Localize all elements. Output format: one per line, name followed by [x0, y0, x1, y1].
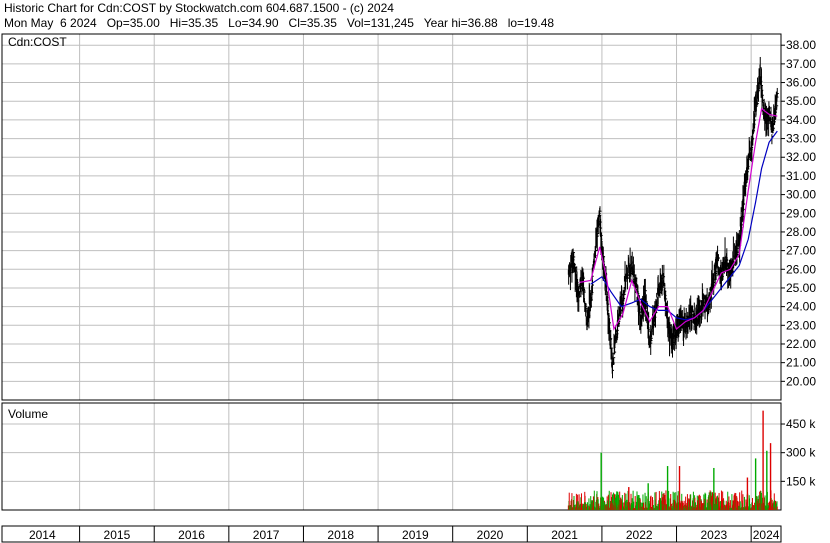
- price-tick-label: 34.00: [786, 113, 816, 127]
- price-horizontal-grid: [2, 44, 781, 382]
- price-tick-label: 20.00: [786, 374, 816, 388]
- volume-tick-label: 150 k: [786, 474, 816, 488]
- volume-horizontal-grid: [2, 423, 781, 482]
- price-tick-label: 33.00: [786, 132, 816, 146]
- price-axis: 38.00 37.00 36.00 35.00 34.00 33.00 32.00 31.00…: [781, 38, 816, 388]
- price-tick-label: 29.00: [786, 206, 816, 220]
- price-tick-label: 37.00: [786, 57, 816, 71]
- historic-price-chart[interactable]: Cdn:COST Volume 38.00 37.00 36.00 35.00 34.0…: [0, 0, 830, 543]
- year-label: 2024: [753, 528, 780, 542]
- price-tick-label: 21.00: [786, 356, 816, 370]
- price-tick-label: 38.00: [786, 38, 816, 52]
- price-tick-label: 30.00: [786, 188, 816, 202]
- price-tick-label: 23.00: [786, 318, 816, 332]
- price-panel-frame: [1, 33, 782, 401]
- year-label: 2019: [402, 528, 429, 542]
- year-label: 2018: [327, 528, 354, 542]
- volume-tick-label: 300 k: [786, 446, 816, 460]
- year-label: 2020: [477, 528, 504, 542]
- volume-tick-label: 450 k: [786, 417, 816, 431]
- price-tick-label: 25.00: [786, 281, 816, 295]
- price-tick-label: 35.00: [786, 94, 816, 108]
- price-bars: [567, 56, 779, 379]
- price-tick-label: 28.00: [786, 225, 816, 239]
- price-tick-label: 24.00: [786, 300, 816, 314]
- price-tick-label: 31.00: [786, 169, 816, 183]
- price-panel-label: Cdn:COST: [8, 35, 67, 49]
- year-label: 2022: [626, 528, 653, 542]
- year-label: 2016: [178, 528, 205, 542]
- volume-panel-label: Volume: [8, 407, 48, 421]
- year-axis: 2014 2015 2016 2017 2018 2019 2020 2021 2022 2023…: [29, 528, 780, 542]
- volume-axis: 450 k 300 k 150 k: [781, 417, 816, 488]
- price-tick-label: 36.00: [786, 76, 816, 90]
- price-tick-label: 27.00: [786, 244, 816, 258]
- volume-bars: [567, 410, 778, 510]
- price-tick-label: 22.00: [786, 337, 816, 351]
- year-label: 2014: [29, 528, 56, 542]
- price-tick-label: 32.00: [786, 150, 816, 164]
- year-label: 2017: [253, 528, 280, 542]
- year-label: 2023: [700, 528, 727, 542]
- year-label: 2015: [104, 528, 131, 542]
- price-tick-label: 26.00: [786, 262, 816, 276]
- moving-average-short-line: [579, 107, 778, 331]
- year-label: 2021: [551, 528, 578, 542]
